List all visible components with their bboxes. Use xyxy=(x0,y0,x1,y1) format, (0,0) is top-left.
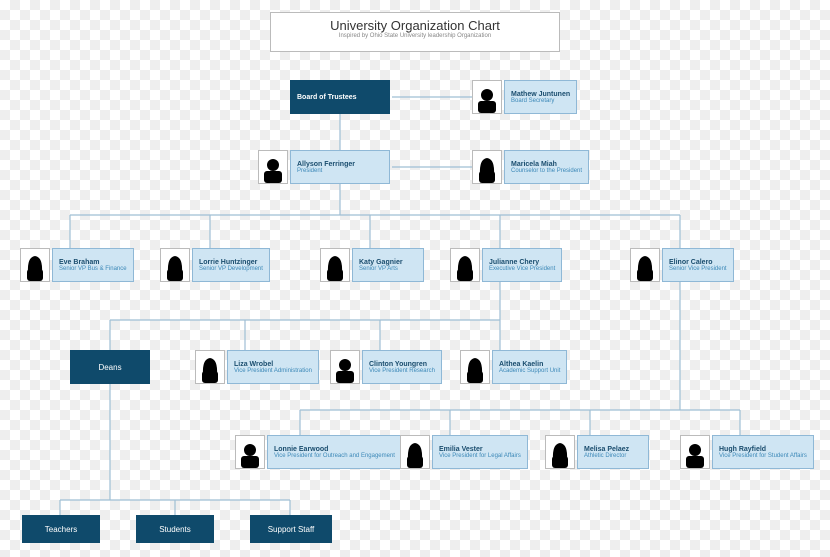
sub1-name: Liza Wrobel xyxy=(234,361,312,368)
avatar-female-icon xyxy=(400,435,430,469)
node-vp3: Katy GagnierSenior VP Arts xyxy=(320,248,424,282)
sub2-role: Vice President Research xyxy=(369,368,435,374)
sub2-name: Clinton Youngren xyxy=(369,361,435,368)
node-sub1: Liza WrobelVice President Administration xyxy=(195,350,319,384)
node-sub2: Clinton YoungrenVice President Research xyxy=(330,350,442,384)
board-label: Board of Trustees xyxy=(297,94,383,101)
node-teachers: Teachers xyxy=(22,515,100,543)
counselor-name: Maricela Miah xyxy=(511,161,582,168)
node-low1: Lonnie EarwoodVice President for Outreac… xyxy=(235,435,402,469)
avatar-female-icon xyxy=(160,248,190,282)
secretary-name: Mathew Juntunen xyxy=(511,91,570,98)
low2-role: Vice President for Legal Affairs xyxy=(439,453,521,459)
avatar-male-icon xyxy=(258,150,288,184)
node-secretary: Mathew Juntunen Board Secretary xyxy=(472,80,577,114)
vp5-role: Senior Vice President xyxy=(669,266,727,272)
node-vp2: Lorrie HuntzingerSenior VP Development xyxy=(160,248,270,282)
low4-name: Hugh Rayfield xyxy=(719,446,807,453)
title-main: University Organization Chart xyxy=(271,18,559,33)
low4-role: Vice President for Student Affairs xyxy=(719,453,807,459)
avatar-female-icon xyxy=(195,350,225,384)
vp2-name: Lorrie Huntzinger xyxy=(199,259,263,266)
node-low3: Melisa PelaezAthletic Director xyxy=(545,435,649,469)
president-name: Allyson Ferringer xyxy=(297,161,383,168)
avatar-female-icon xyxy=(460,350,490,384)
avatar-female-icon xyxy=(320,248,350,282)
node-vp4: Julianne CheryExecutive Vice President xyxy=(450,248,562,282)
students-label: Students xyxy=(159,525,191,534)
avatar-male-icon xyxy=(235,435,265,469)
node-low2: Emilia VesterVice President for Legal Af… xyxy=(400,435,528,469)
sub1-role: Vice President Administration xyxy=(234,368,312,374)
vp4-name: Julianne Chery xyxy=(489,259,555,266)
teachers-label: Teachers xyxy=(45,525,77,534)
low3-role: Athletic Director xyxy=(584,453,642,459)
sub3-name: Althea Kaelin xyxy=(499,361,560,368)
avatar-female-icon xyxy=(450,248,480,282)
counselor-role: Counselor to the President xyxy=(511,168,582,174)
org-chart-canvas: University Organization Chart Inspired b… xyxy=(0,0,830,557)
node-board: Board of Trustees xyxy=(290,80,390,114)
vp3-role: Senior VP Arts xyxy=(359,266,417,272)
avatar-male-icon xyxy=(472,80,502,114)
avatar-female-icon xyxy=(20,248,50,282)
vp4-role: Executive Vice President xyxy=(489,266,555,272)
vp2-role: Senior VP Development xyxy=(199,266,263,272)
vp5-name: Elinor Calero xyxy=(669,259,727,266)
node-counselor: Maricela Miah Counselor to the President xyxy=(472,150,589,184)
node-students: Students xyxy=(136,515,214,543)
low2-name: Emilia Vester xyxy=(439,446,521,453)
node-support-staff: Support Staff xyxy=(250,515,332,543)
president-role: President xyxy=(297,168,383,174)
chart-title: University Organization Chart Inspired b… xyxy=(270,12,560,52)
secretary-role: Board Secretary xyxy=(511,98,570,104)
node-president: Allyson Ferringer President xyxy=(258,150,390,184)
support-label: Support Staff xyxy=(268,525,315,534)
avatar-male-icon xyxy=(680,435,710,469)
low1-name: Lonnie Earwood xyxy=(274,446,395,453)
node-low4: Hugh RayfieldVice President for Student … xyxy=(680,435,814,469)
avatar-male-icon xyxy=(330,350,360,384)
low1-role: Vice President for Outreach and Engageme… xyxy=(274,453,395,459)
node-vp1: Eve BrahamSenior VP Bus & Finance xyxy=(20,248,134,282)
avatar-female-icon xyxy=(545,435,575,469)
vp1-name: Eve Braham xyxy=(59,259,127,266)
avatar-female-icon xyxy=(472,150,502,184)
deans-label: Deans xyxy=(98,363,121,372)
node-vp5: Elinor CaleroSenior Vice President xyxy=(630,248,734,282)
vp1-role: Senior VP Bus & Finance xyxy=(59,266,127,272)
title-sub: Inspired by Ohio State University leader… xyxy=(271,33,559,39)
sub3-role: Academic Support Unit xyxy=(499,368,560,374)
avatar-female-icon xyxy=(630,248,660,282)
low3-name: Melisa Pelaez xyxy=(584,446,642,453)
node-sub3: Althea KaelinAcademic Support Unit xyxy=(460,350,567,384)
vp3-name: Katy Gagnier xyxy=(359,259,417,266)
node-deans: Deans xyxy=(70,350,150,384)
